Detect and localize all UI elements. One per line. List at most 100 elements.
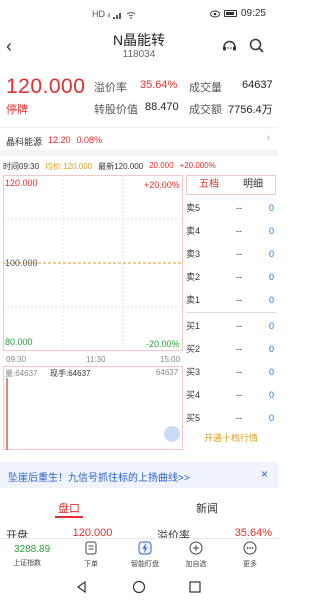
bid-row: 买1 -- 0 [186, 314, 276, 337]
ask-label: 卖3 [186, 249, 201, 259]
recents-nav-icon[interactable] [189, 581, 201, 593]
network-label: HD ᵢₗ [92, 9, 111, 19]
promo-text[interactable]: 坠崖后重生！九信号抓住标的上扬曲线>> [8, 469, 190, 484]
bid-price: -- [236, 343, 242, 354]
divider [0, 127, 278, 128]
nav-smart-watch-label: 智能盯盘 [131, 561, 159, 568]
nav-more[interactable]: 更多 [228, 541, 272, 569]
bid-vol: 0 [268, 320, 274, 331]
conversion-value-label: 转股价值 [94, 104, 138, 116]
premium-value: 35.64% [140, 79, 178, 91]
info-change: 20.000 [149, 161, 174, 170]
info-last-price: 最新120.000 [98, 162, 144, 171]
related-stock-row[interactable]: 晶科能源 12.20 0.08% [6, 135, 102, 148]
bid-row: 买5 -- 0 [186, 406, 276, 429]
ask-vol: 0 [268, 294, 274, 305]
amount-value: 7756.4万 [228, 104, 273, 116]
wifi-icon [127, 11, 136, 19]
index-value[interactable]: 3288.89 [14, 544, 50, 555]
status-bar: HD ᵢₗ 09:25 [0, 0, 278, 28]
ask-price: -- [236, 271, 242, 282]
chart-mid-price: 100.000 [5, 258, 38, 268]
volume-label: 成交量 [189, 82, 222, 94]
battery-icon [223, 10, 237, 17]
signal-icon [113, 12, 122, 19]
bid-row: 买2 -- 0 [186, 337, 276, 360]
tab-details[interactable]: 明细 [231, 176, 275, 194]
close-icon[interactable]: × [261, 467, 268, 481]
bid-row: 买3 -- 0 [186, 360, 276, 383]
ask-row: 卖4 -- 0 [186, 219, 276, 242]
time-tick-open: 09:30 [6, 355, 27, 364]
section-gap [0, 150, 278, 156]
chart-bottom-pct: -20.00% [146, 339, 180, 349]
tab-underline [55, 516, 83, 518]
bid-vol: 0 [268, 389, 274, 400]
nav-add-watchlist-label: 加自选 [185, 561, 207, 568]
bid-label: 买4 [186, 390, 201, 400]
volume-value: 64637 [242, 79, 273, 91]
time-tick-noon: 11:30 [86, 355, 106, 364]
expand-chart-icon[interactable] [164, 426, 180, 442]
volume-chart [3, 366, 183, 450]
amount-label: 成交额 [189, 104, 222, 116]
search-icon[interactable] [248, 37, 265, 54]
ask-row: 卖5 -- 0 [186, 196, 276, 219]
order-icon [85, 541, 97, 555]
home-nav-icon[interactable] [132, 580, 146, 594]
ask-row: 卖3 -- 0 [186, 242, 276, 265]
bid-label: 买2 [186, 344, 201, 354]
plus-circle-icon [189, 541, 203, 555]
related-stock-price: 12.20 [48, 135, 71, 145]
chart-top-pct: +20.00% [144, 180, 180, 190]
nav-order[interactable]: 下单 [69, 541, 113, 569]
back-nav-icon[interactable] [76, 580, 86, 594]
ask-row: 卖2 -- 0 [186, 265, 276, 288]
orderbook-separator [186, 312, 276, 313]
orderbook-tabs: 五档 明细 [186, 175, 276, 195]
eye-icon [209, 10, 220, 17]
trading-status: 停牌 [6, 104, 28, 116]
bid-vol: 0 [268, 366, 274, 377]
ask-label: 卖4 [186, 226, 201, 236]
customer-service-icon[interactable] [221, 38, 238, 55]
bid-row: 买4 -- 0 [186, 383, 276, 406]
more-dots-icon [243, 541, 257, 555]
volume-bars [6, 378, 8, 450]
upgrade-level10-link[interactable]: 开通十档行情 [186, 431, 276, 444]
ask-vol: 0 [268, 202, 274, 213]
chart-info-line: 时间09:30 均价:120.000 最新120.000 20.000 +20.… [3, 161, 216, 172]
bid-vol: 0 [268, 343, 274, 354]
ask-price: -- [236, 248, 242, 259]
premium-label: 溢价率 [94, 82, 127, 94]
index-label[interactable]: 上证指数 [13, 558, 41, 568]
ask-vol: 0 [268, 248, 274, 259]
ask-price: -- [236, 225, 242, 236]
nav-smart-watch[interactable]: 智能盯盘 [123, 541, 167, 569]
tab-five-levels[interactable]: 五档 [187, 176, 231, 194]
related-stock-change: 0.08% [76, 135, 103, 145]
chart-bottom-price: 80.000 [5, 337, 33, 347]
status-right: 09:25 [209, 8, 266, 19]
last-price: 120.000 [6, 75, 86, 98]
tab-handicap[interactable]: 盘口 [58, 500, 80, 516]
bid-price: -- [236, 389, 242, 400]
chevron-right-icon[interactable]: › [266, 132, 270, 144]
chart-top-price: 120.000 [5, 178, 38, 188]
signal-indicators: HD ᵢₗ [92, 9, 136, 20]
ask-label: 卖1 [186, 295, 201, 305]
nav-order-label: 下单 [84, 561, 98, 568]
lightning-icon [138, 541, 152, 555]
ask-row: 卖1 -- 0 [186, 288, 276, 311]
ask-label: 卖2 [186, 272, 201, 282]
bid-vol: 0 [268, 412, 274, 423]
clock: 09:25 [240, 8, 266, 19]
tab-news[interactable]: 新闻 [196, 500, 218, 516]
nav-add-watchlist[interactable]: 加自选 [174, 541, 218, 569]
system-nav-bar [0, 574, 278, 600]
bid-label: 买5 [186, 413, 201, 423]
ask-price: -- [236, 202, 242, 213]
ask-vol: 0 [268, 271, 274, 282]
time-tick-close: 15:00 [160, 355, 181, 364]
bid-label: 买1 [186, 321, 201, 331]
